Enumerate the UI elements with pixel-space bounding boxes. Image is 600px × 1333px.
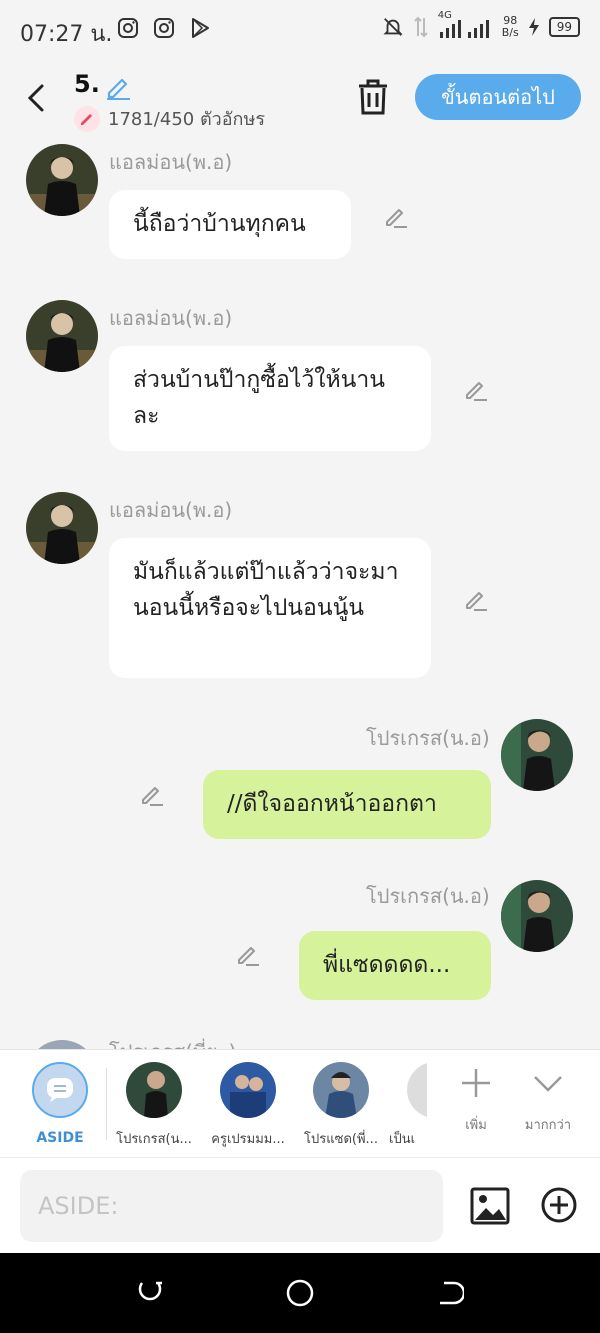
character-item[interactable]: เป็นเ	[389, 1062, 427, 1149]
divider	[106, 1068, 107, 1140]
image-button[interactable]	[469, 1186, 511, 1230]
pencil-icon	[81, 113, 92, 125]
avatar[interactable]	[26, 300, 98, 372]
chat-area[interactable]: แอลม่อน(พ.อ) นี้ถือว่าบ้านทุกคน แอลม่อน(…	[0, 136, 600, 1049]
edit-message-button[interactable]	[139, 781, 165, 807]
pencil-icon	[238, 947, 259, 966]
sender-name: แอลม่อน(พ.อ)	[109, 306, 233, 330]
avatar	[220, 1062, 276, 1118]
chevron-down-icon	[534, 1076, 562, 1092]
status-notification-icons	[116, 16, 212, 40]
character-item[interactable]: โปรเกรส(น...	[109, 1062, 199, 1149]
data-arrows-icon	[414, 16, 428, 38]
message-text: นี้ถือว่าบ้านทุกคน	[133, 211, 306, 237]
back-nav-button[interactable]	[436, 1279, 466, 1311]
chat-bubble-icon	[47, 1078, 73, 1102]
chapter-title: 5.	[74, 70, 100, 98]
add-label: เพิ่ม	[465, 1118, 487, 1133]
message-bubble[interactable]: มันก็แล้วแต่ป๊าแล้วว่าจะมานอนนี้หรือจะไป…	[109, 538, 431, 678]
avatar	[126, 1062, 182, 1118]
more-characters-button[interactable]: มากกว่า	[518, 1066, 578, 1135]
message-text: ส่วนบ้านป๊ากูซื้อไว้ให้นานละ	[133, 367, 386, 429]
sender-name: โปรเกรส(น.อ)	[366, 726, 490, 750]
pencil-icon	[466, 382, 487, 401]
message-bubble[interactable]: //ดีใจออกหน้าออกตา	[203, 770, 491, 839]
sender-name: แอลม่อน(พ.อ)	[109, 498, 233, 522]
status-bar: 07:27 น. 4G 98 B/s 99	[0, 0, 600, 60]
character-item[interactable]: โปรแซด(พี่...	[296, 1062, 386, 1149]
add-character-button[interactable]: เพิ่ม	[446, 1066, 506, 1135]
counter-text: 1781/450 ตัวอักษร	[108, 109, 265, 130]
pencil-icon	[466, 592, 487, 611]
more-label: มากกว่า	[524, 1118, 572, 1133]
message-text: //ดีใจออกหน้าออกตา	[227, 791, 437, 817]
plus-circle-icon	[541, 1187, 577, 1223]
avatar[interactable]	[26, 144, 98, 216]
net-speed: 98 B/s	[501, 14, 519, 39]
play-store-icon	[192, 18, 209, 38]
avatar[interactable]	[501, 719, 573, 791]
edit-message-button[interactable]	[383, 203, 409, 229]
image-icon	[470, 1187, 510, 1225]
character-name: โปรแซด(พี่...	[304, 1132, 378, 1147]
avatar[interactable]	[501, 880, 573, 952]
edit-message-button[interactable]	[463, 586, 489, 612]
sender-name: โปรเกรส(พี่ยะ)	[109, 1036, 236, 1049]
signal-icon: 4G	[438, 10, 492, 40]
mute-bell-icon	[383, 18, 403, 36]
system-nav-bar	[0, 1253, 600, 1333]
avatar[interactable]	[26, 492, 98, 564]
message-text: พี่แซดดดด...	[323, 952, 451, 978]
message-bubble[interactable]: นี้ถือว่าบ้านทุกคน	[109, 190, 351, 259]
trash-icon	[359, 79, 387, 115]
character-name: ครูเปรมมม...	[211, 1132, 285, 1147]
instagram-icon	[118, 18, 138, 38]
status-time: 07:27 น.	[20, 22, 113, 47]
back-button[interactable]	[22, 78, 52, 118]
message-text: มันก็แล้วแต่ป๊าแล้วว่าจะมานอนนี้หรือจะไป…	[133, 559, 399, 621]
message-bubble[interactable]: ส่วนบ้านป๊ากูซื้อไว้ให้นานละ	[109, 346, 431, 451]
message-bubble[interactable]: พี่แซดดดด...	[299, 931, 491, 1000]
next-step-button[interactable]: ขั้นตอนต่อไป	[415, 74, 581, 120]
battery-indicator: 99	[548, 17, 580, 37]
message-input[interactable]	[20, 1170, 443, 1242]
recent-apps-icon	[138, 1281, 162, 1301]
plus-icon	[462, 1069, 490, 1097]
charging-icon	[528, 18, 539, 36]
avatar	[407, 1062, 427, 1118]
recent-apps-button[interactable]	[136, 1279, 164, 1311]
editor-header: 5. 1781/450 ตัวอักษร ขั้นตอนต่อไป	[0, 60, 600, 136]
edit-message-button[interactable]	[463, 376, 489, 402]
instagram-icon	[154, 18, 174, 38]
chevron-left-icon	[27, 84, 44, 112]
home-circle-icon	[286, 1279, 314, 1307]
status-right-icons: 4G 98 B/s 99	[382, 10, 580, 40]
character-counter: 1781/450 ตัวอักษร	[74, 104, 265, 133]
pencil-icon	[386, 209, 407, 228]
avatar	[313, 1062, 369, 1118]
character-item[interactable]: ครูเปรมมม...	[203, 1062, 293, 1149]
avatar[interactable]	[26, 1040, 98, 1049]
pencil-icon	[107, 78, 130, 100]
character-name: โปรเกรส(น...	[116, 1132, 192, 1147]
edit-title-button[interactable]	[104, 72, 132, 104]
back-nav-icon	[440, 1281, 466, 1305]
home-button[interactable]	[286, 1279, 314, 1311]
character-name: เป็นเ	[389, 1132, 416, 1147]
counter-badge	[74, 105, 100, 132]
input-bar	[0, 1157, 600, 1254]
character-selector: ASIDE โปรเกรส(น... ครูเปรมมม... โปรแซด(พ…	[0, 1049, 600, 1158]
aside-button[interactable]	[32, 1062, 88, 1118]
sender-name: โปรเกรส(น.อ)	[366, 884, 490, 908]
delete-button[interactable]	[356, 78, 390, 120]
edit-message-button[interactable]	[235, 941, 261, 967]
sender-name: แอลม่อน(พ.อ)	[109, 150, 233, 174]
pencil-icon	[142, 787, 163, 806]
add-button[interactable]	[540, 1186, 578, 1228]
aside-label: ASIDE	[36, 1130, 84, 1146]
